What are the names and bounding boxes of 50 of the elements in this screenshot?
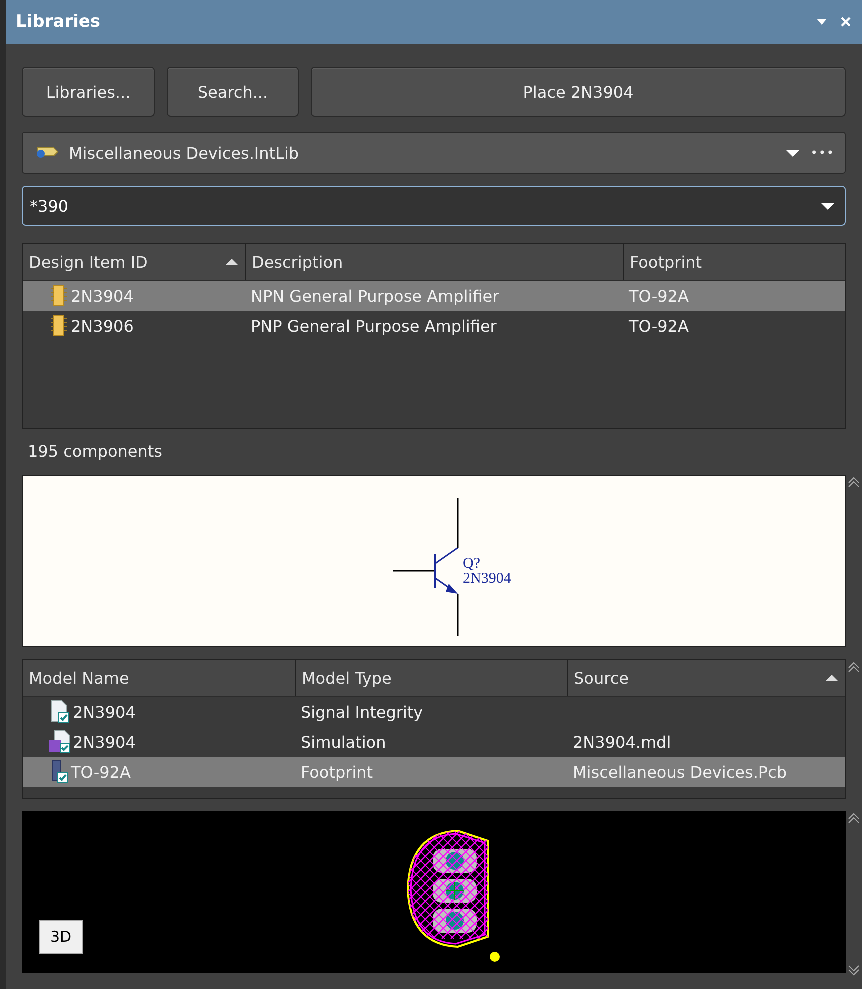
filter-field[interactable]: *390 [22,186,846,226]
table-cell-text: 2N3904.mdl [572,732,672,752]
designator-label: Q? [463,556,480,572]
column-header[interactable]: Footprint [623,244,845,280]
table-cell-text: NPN General Purpose Amplifier [250,286,500,306]
table-cell-text: Simulation [300,732,388,752]
table-cell: TO-92A [71,762,131,782]
column-header[interactable]: Model Type [295,660,567,696]
dropdown-arrow-icon [820,201,836,211]
table-cell: 2N3904 [73,732,136,752]
table-cell-text: TO-92A [628,316,690,336]
chip-icon [49,314,69,338]
chip-icon [49,284,69,308]
table-row[interactable]: TO-92A Footprint Miscellaneous Devices.Pcb [23,757,845,787]
table-row[interactable]: 2N3904 NPN General Purpose Amplifier TO-92A [23,281,845,311]
search-button[interactable]: Search... [167,67,299,117]
table-row[interactable]: 2N3904 Signal Integrity [23,697,845,727]
library-name: Miscellaneous Devices.IntLib [69,144,300,162]
3d-view-button[interactable]: 3D [39,920,83,954]
model-check-icon [49,730,71,754]
table-cell: 2N3904 [73,702,136,722]
dropdown-icon[interactable] [816,17,828,27]
column-header[interactable]: Description [245,244,623,280]
scroll-up-icon[interactable] [848,812,860,824]
panel-title: Libraries [16,12,101,32]
scroll-down-icon[interactable] [848,965,860,977]
table-row[interactable]: 2N3906 PNP General Purpose Amplifier TO-92A [23,311,845,341]
library-dropdown[interactable]: Miscellaneous Devices.IntLib ••• [22,132,846,174]
column-header[interactable]: Source [567,660,845,696]
library-icon [37,147,59,159]
more-options[interactable]: ••• [810,146,835,160]
table-cell: 2N3906 [71,316,134,336]
scroll-up-icon[interactable] [848,476,860,488]
table-cell-text: Footprint [300,762,374,782]
place-button[interactable]: Place 2N3904 [311,67,846,117]
table-cell: 2N3904 [71,286,134,306]
scroll-up-icon[interactable] [848,661,860,673]
libraries-button[interactable]: Libraries... [22,67,155,117]
column-header[interactable]: Design Item ID [23,244,245,280]
dropdown-arrow-icon [784,148,801,158]
column-header[interactable]: Model Name [23,660,295,696]
part-label: 2N3904 [463,571,512,587]
document-check-icon [49,700,71,724]
table-cell-text: PNP General Purpose Amplifier [250,316,498,336]
table-row[interactable]: 2N3904 Simulation 2N3904.mdl [23,727,845,757]
component-count: 195 components [28,442,162,460]
close-icon[interactable] [840,16,852,28]
table-cell-text: Miscellaneous Devices.Pcb [572,762,788,782]
table-cell-text: Signal Integrity [300,702,424,722]
table-cell-text: TO-92A [628,286,690,306]
